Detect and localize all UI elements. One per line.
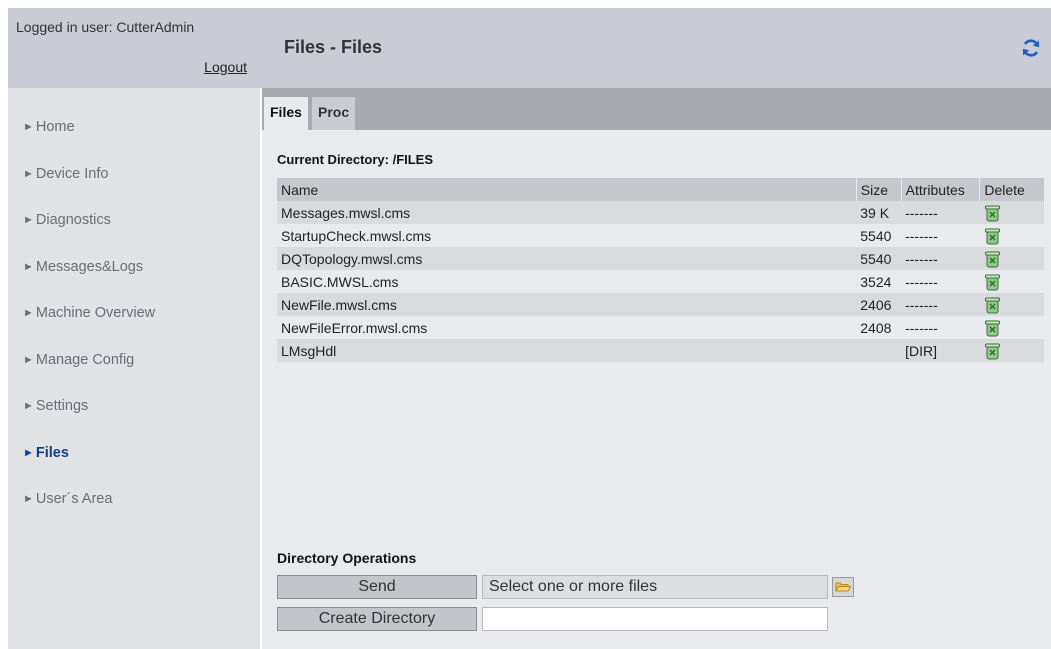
trash-icon[interactable] (984, 250, 1001, 268)
nav-item-users-area[interactable]: ► User´s Area (8, 476, 260, 523)
nav-item-label: Files (35, 444, 69, 461)
trash-icon[interactable] (984, 204, 1001, 222)
nav-item-files[interactable]: ► Files (8, 430, 260, 477)
file-select-field[interactable]: Select one or more files (482, 575, 828, 599)
column-header-attributes[interactable]: Attributes (900, 178, 980, 201)
folder-open-icon[interactable] (832, 577, 854, 597)
nav-item-device-info[interactable]: ► Device Info (8, 151, 260, 198)
triangle-right-icon: ► (23, 307, 34, 320)
file-attributes: ------- (901, 293, 980, 316)
main-content: Files Proc Current Directory: /FILES Nam… (262, 88, 1051, 649)
nav-item-label: Messages&Logs (35, 258, 144, 275)
file-name-link[interactable]: NewFile.mwsl.cms (277, 293, 857, 316)
file-attributes: ------- (901, 316, 980, 339)
file-size: 3524 (856, 270, 902, 293)
trash-icon[interactable] (984, 342, 1001, 360)
column-header-size[interactable]: Size (855, 178, 902, 201)
directory-name-input[interactable] (482, 607, 828, 631)
table-row: Messages.mwsl.cms 39 K ------- (277, 201, 1044, 224)
file-size: 5540 (856, 247, 902, 270)
file-attributes: ------- (901, 270, 980, 293)
nav-item-label: User´s Area (35, 491, 113, 508)
nav-item-label: Home (35, 119, 75, 136)
triangle-right-icon: ► (23, 493, 34, 506)
triangle-right-icon: ► (23, 446, 34, 459)
trash-icon[interactable] (984, 296, 1001, 314)
tab-proc[interactable]: Proc (312, 97, 356, 130)
nav-item-settings[interactable]: ► Settings (8, 383, 260, 430)
trash-icon[interactable] (984, 319, 1001, 337)
column-header-name[interactable]: Name (277, 178, 857, 201)
delete-cell (979, 247, 1044, 270)
nav-item-label: Device Info (35, 165, 109, 182)
tab-files[interactable]: Files (264, 97, 308, 130)
triangle-right-icon: ► (23, 400, 34, 413)
refresh-icon[interactable] (1021, 38, 1041, 58)
nav-item-machine-overview[interactable]: ► Machine Overview (8, 290, 260, 337)
file-size: 2406 (856, 293, 902, 316)
create-directory-button[interactable]: Create Directory (277, 607, 477, 631)
table-row: NewFileError.mwsl.cms 2408 ------- (277, 316, 1044, 339)
triangle-right-icon: ► (23, 214, 34, 227)
table-row: StartupCheck.mwsl.cms 5540 ------- (277, 224, 1044, 247)
nav-item-label: Diagnostics (35, 212, 111, 229)
nav-item-diagnostics[interactable]: ► Diagnostics (8, 197, 260, 244)
delete-cell (979, 339, 1044, 362)
triangle-right-icon: ► (23, 167, 34, 180)
file-name-link[interactable]: LMsgHdl (277, 339, 857, 362)
file-attributes: [DIR] (901, 339, 980, 362)
files-table: Name Size Attributes Delete Messages.mws… (277, 178, 1044, 362)
nav-item-manage-config[interactable]: ► Manage Config (8, 337, 260, 384)
file-size: 39 K (856, 201, 902, 224)
triangle-right-icon: ► (23, 353, 34, 366)
table-row: NewFile.mwsl.cms 2406 ------- (277, 293, 1044, 316)
file-name-link[interactable]: Messages.mwsl.cms (277, 201, 857, 224)
trash-icon[interactable] (984, 227, 1001, 245)
page-header: Files - Files (260, 8, 1051, 88)
table-row: DQTopology.mwsl.cms 5540 ------- (277, 247, 1044, 270)
delete-cell (979, 201, 1044, 224)
delete-cell (979, 293, 1044, 316)
nav-item-home[interactable]: ► Home (8, 104, 260, 151)
send-button[interactable]: Send (277, 575, 477, 599)
table-row: LMsgHdl [DIR] (277, 339, 1044, 362)
file-size: 2408 (856, 316, 902, 339)
nav-item-messages-logs[interactable]: ► Messages&Logs (8, 244, 260, 291)
file-attributes: ------- (901, 247, 980, 270)
file-name-link[interactable]: BASIC.MWSL.cms (277, 270, 857, 293)
column-header-delete: Delete (979, 178, 1044, 201)
file-name-link[interactable]: NewFileError.mwsl.cms (277, 316, 857, 339)
table-row: BASIC.MWSL.cms 3524 ------- (277, 270, 1044, 293)
delete-cell (979, 316, 1044, 339)
trash-icon[interactable] (984, 273, 1001, 291)
current-directory-label: Current Directory: /FILES (277, 152, 434, 167)
page-title: Files - Files (284, 37, 383, 57)
file-name-link[interactable]: DQTopology.mwsl.cms (277, 247, 857, 270)
sidebar: Logged in user: CutterAdmin Logout ► Home… (8, 8, 260, 649)
tab-bar: Files Proc (262, 88, 1051, 130)
file-size: 5540 (856, 224, 902, 247)
directory-operations-heading: Directory Operations (277, 550, 417, 566)
table-header-row: Name Size Attributes Delete (277, 178, 1044, 201)
file-name-link[interactable]: StartupCheck.mwsl.cms (277, 224, 857, 247)
delete-cell (979, 270, 1044, 293)
logged-in-user-label: Logged in user: CutterAdmin (16, 19, 195, 35)
file-attributes: ------- (901, 224, 980, 247)
file-size (856, 339, 902, 362)
file-attributes: ------- (901, 201, 980, 224)
login-panel: Logged in user: CutterAdmin Logout (8, 8, 260, 88)
nav-item-label: Manage Config (35, 351, 135, 368)
triangle-right-icon: ► (23, 121, 34, 134)
nav-item-label: Machine Overview (35, 305, 156, 322)
nav-item-label: Settings (35, 398, 89, 415)
delete-cell (979, 224, 1044, 247)
logout-link[interactable]: Logout (204, 59, 247, 75)
nav-menu: ► Home ► Device Info ► Diagnostics ► Message… (8, 104, 260, 523)
triangle-right-icon: ► (23, 260, 34, 273)
